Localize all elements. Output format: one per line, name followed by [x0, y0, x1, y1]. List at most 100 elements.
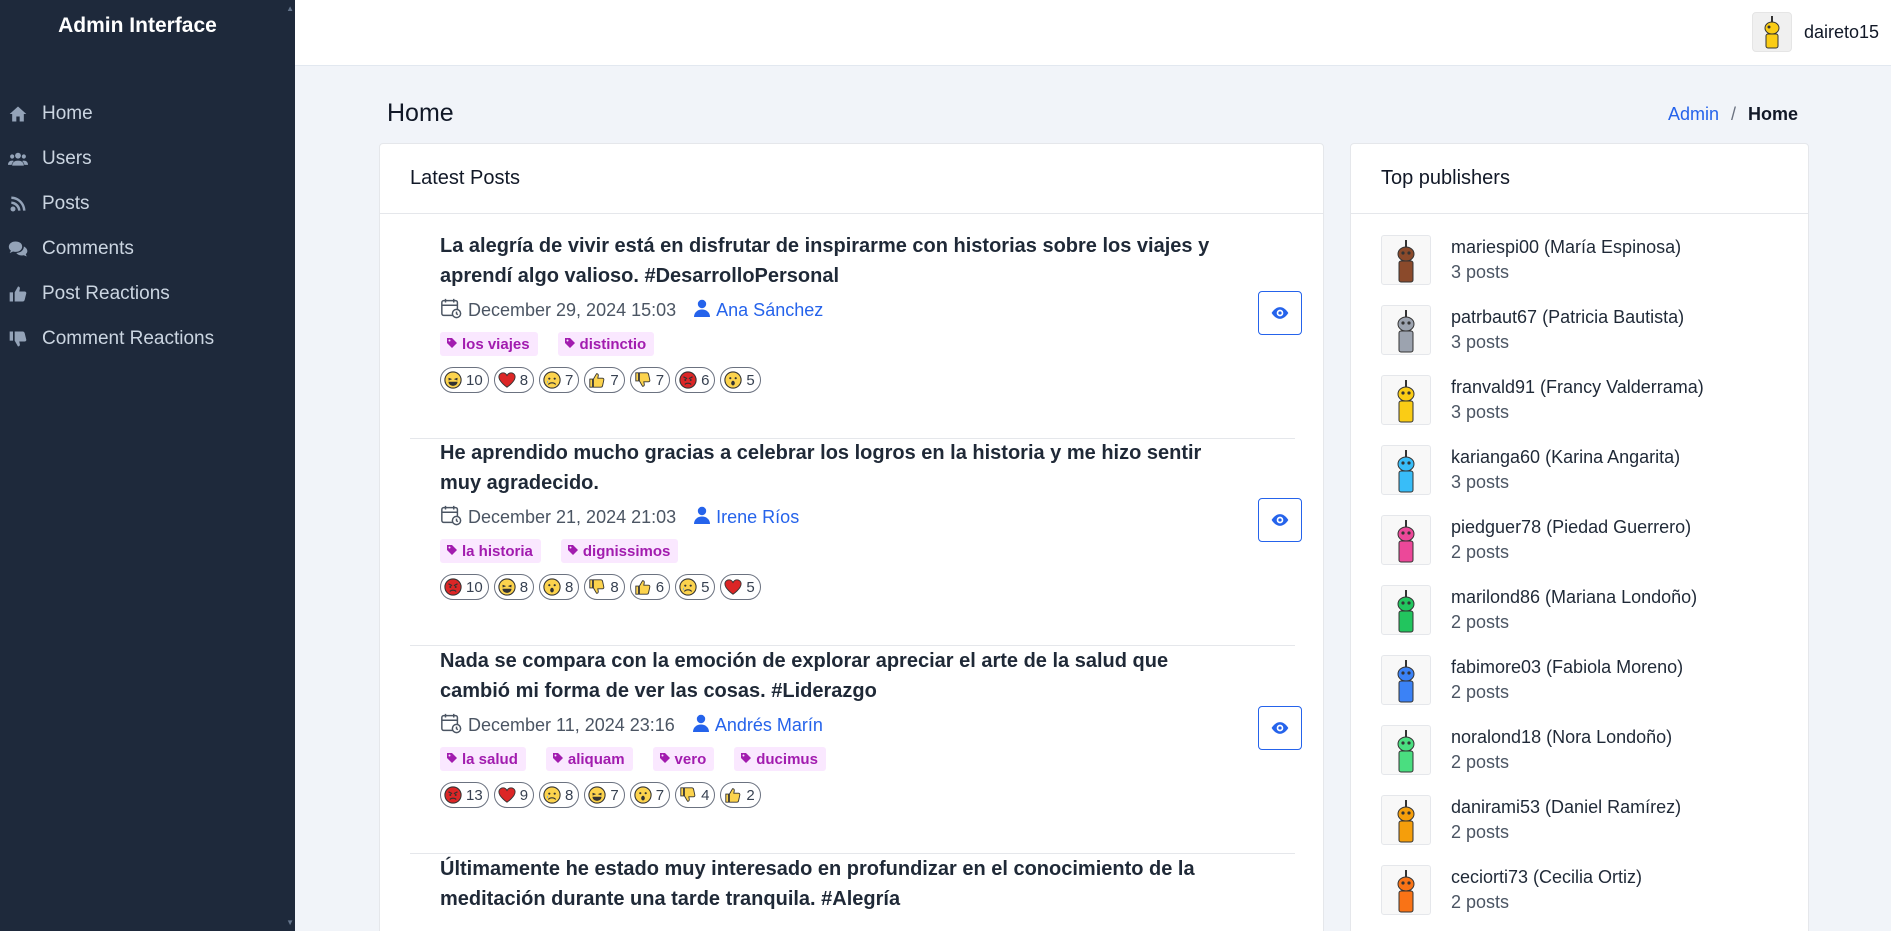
post-title[interactable]: Últimamente he estado muy interesado en …	[440, 854, 1230, 914]
publisher-post-count: 2 posts	[1451, 752, 1510, 772]
tag-icon	[552, 751, 568, 768]
post-tag[interactable]: aliquam	[545, 747, 633, 771]
calendar-icon	[440, 712, 462, 739]
post-title[interactable]: La alegría de vivir está en disfrutar de…	[440, 231, 1230, 291]
reaction-count: 2	[746, 786, 755, 804]
reaction-badge[interactable]: 5	[720, 574, 761, 600]
publisher-item[interactable]: piedguer78 (Piedad Guerrero) 2 posts	[1381, 515, 1691, 565]
post-item: He aprendido mucho gracias a celebrar lo…	[410, 438, 1302, 646]
sidebar-scrollbar[interactable]: ▲ ▼	[285, 0, 295, 931]
view-post-button[interactable]	[1258, 706, 1302, 750]
reaction-badge[interactable]: 13	[440, 782, 489, 808]
publisher-item[interactable]: marilond86 (Mariana Londoño) 2 posts	[1381, 585, 1697, 635]
post-tag[interactable]: dignissimos	[560, 539, 679, 563]
reaction-badge[interactable]: 7	[539, 367, 580, 393]
reaction-badge[interactable]: 5	[720, 367, 761, 393]
eye-icon	[1270, 303, 1290, 323]
publisher-post-count: 2 posts	[1451, 682, 1510, 702]
sidebar-item-users[interactable]: Users	[0, 136, 295, 181]
publisher-avatar	[1381, 305, 1431, 355]
publisher-item[interactable]: karianga60 (Karina Angarita) 3 posts	[1381, 445, 1680, 495]
publisher-avatar	[1381, 725, 1431, 775]
reaction-badge[interactable]: 7	[584, 782, 625, 808]
reaction-badge[interactable]: 8	[493, 574, 535, 600]
post-reactions: 13 9 8 7 7 4 2	[440, 782, 766, 808]
post-title[interactable]: Nada se compara con la emoción de explor…	[440, 646, 1230, 706]
reaction-count: 8	[519, 578, 529, 596]
calendar-icon	[440, 297, 462, 324]
publisher-item[interactable]: ceciorti73 (Cecilia Ortiz) 2 posts	[1381, 865, 1642, 915]
reaction-badge[interactable]: 8	[584, 574, 625, 600]
reaction-badge[interactable]: 8	[539, 574, 580, 600]
reaction-count: 8	[565, 786, 574, 804]
post-meta: December 21, 2024 21:03 Irene Ríos	[440, 504, 799, 531]
post-tag[interactable]: la historia	[440, 539, 541, 563]
laugh-reaction-icon	[588, 786, 610, 804]
reaction-badge[interactable]: 10	[440, 367, 489, 393]
reaction-badge[interactable]: 6	[675, 367, 716, 393]
publisher-name: ceciorti73 (Cecilia Ortiz)	[1451, 867, 1643, 887]
reaction-badge[interactable]: 8	[493, 367, 535, 393]
post-author-link[interactable]: Andrés Marín	[715, 715, 823, 736]
reaction-count: 8	[610, 578, 619, 596]
post-date: December 21, 2024 21:03	[468, 507, 677, 527]
publisher-name: piedguer78 (Piedad Guerrero)	[1451, 517, 1692, 537]
top-publishers-card: Top publishers mariespi00 (María Espinos…	[1350, 143, 1809, 931]
sidebar-item-comment-reactions[interactable]: Comment Reactions	[0, 316, 295, 361]
sidebar-item-home[interactable]: Home	[0, 91, 295, 136]
publisher-item[interactable]: franvald91 (Francy Valderrama) 3 posts	[1381, 375, 1704, 425]
sidebar-item-post-reactions[interactable]: Post Reactions	[0, 271, 295, 316]
tag-icon	[659, 751, 675, 768]
reaction-count: 7	[610, 786, 619, 804]
reaction-badge[interactable]: 2	[720, 782, 761, 808]
reaction-badge[interactable]: 9	[493, 782, 535, 808]
reaction-badge[interactable]: 6	[629, 574, 671, 600]
post-tag[interactable]: distinctio	[557, 332, 655, 356]
view-post-button[interactable]	[1258, 498, 1302, 542]
post-tag[interactable]: vero	[652, 747, 715, 771]
reaction-badge[interactable]: 7	[629, 782, 671, 808]
publisher-post-count: 2 posts	[1451, 892, 1510, 912]
reaction-badge[interactable]: 10	[440, 574, 489, 600]
post-tag[interactable]: los viajes	[440, 332, 538, 356]
like-reaction-icon	[634, 578, 656, 596]
post-item: Nada se compara con la emoción de explor…	[410, 646, 1302, 854]
breadcrumb-admin-link[interactable]: Admin	[1668, 104, 1719, 125]
scroll-down-icon[interactable]: ▼	[286, 918, 294, 927]
breadcrumb-current: Home	[1747, 104, 1798, 124]
tag-label: aliquam	[567, 750, 625, 768]
publisher-item[interactable]: danirami53 (Daniel Ramírez) 2 posts	[1381, 795, 1681, 845]
publisher-post-count: 3 posts	[1451, 262, 1510, 282]
sidebar-item-label: Posts	[42, 192, 90, 214]
sad-reaction-icon	[543, 786, 565, 804]
publisher-name: mariespi00 (María Espinosa)	[1451, 237, 1682, 257]
reaction-count: 9	[519, 786, 529, 804]
reaction-badge[interactable]: 4	[675, 782, 716, 808]
user-menu[interactable]: daireto15	[1751, 12, 1879, 52]
heart-reaction-icon	[724, 578, 746, 596]
post-tag[interactable]: la salud	[440, 747, 526, 771]
publisher-item[interactable]: noralond18 (Nora Londoño) 2 posts	[1381, 725, 1672, 775]
publisher-item[interactable]: mariespi00 (María Espinosa) 3 posts	[1381, 235, 1681, 285]
reaction-badge[interactable]: 7	[629, 367, 671, 393]
publisher-post-count: 3 posts	[1451, 332, 1510, 352]
avatar[interactable]	[1751, 12, 1792, 52]
laugh-reaction-icon	[498, 578, 520, 596]
heart-reaction-icon	[498, 786, 520, 804]
publisher-avatar	[1381, 515, 1431, 565]
publisher-name: noralond18 (Nora Londoño)	[1451, 727, 1673, 747]
reaction-badge[interactable]: 5	[675, 574, 716, 600]
sidebar-item-posts[interactable]: Posts	[0, 181, 295, 226]
post-author-link[interactable]: Irene Ríos	[716, 507, 799, 528]
publisher-item[interactable]: patrbaut67 (Patricia Bautista) 3 posts	[1381, 305, 1684, 355]
publisher-item[interactable]: fabimore03 (Fabiola Moreno) 2 posts	[1381, 655, 1683, 705]
publisher-post-count: 3 posts	[1451, 402, 1510, 422]
reaction-badge[interactable]: 8	[539, 782, 580, 808]
sidebar-item-comments[interactable]: Comments	[0, 226, 295, 271]
view-post-button[interactable]	[1258, 291, 1302, 335]
post-title[interactable]: He aprendido mucho gracias a celebrar lo…	[440, 438, 1230, 498]
reaction-badge[interactable]: 7	[584, 367, 625, 393]
scroll-up-icon[interactable]: ▲	[286, 4, 294, 13]
post-author-link[interactable]: Ana Sánchez	[716, 300, 823, 321]
post-tag[interactable]: ducimus	[734, 747, 826, 771]
